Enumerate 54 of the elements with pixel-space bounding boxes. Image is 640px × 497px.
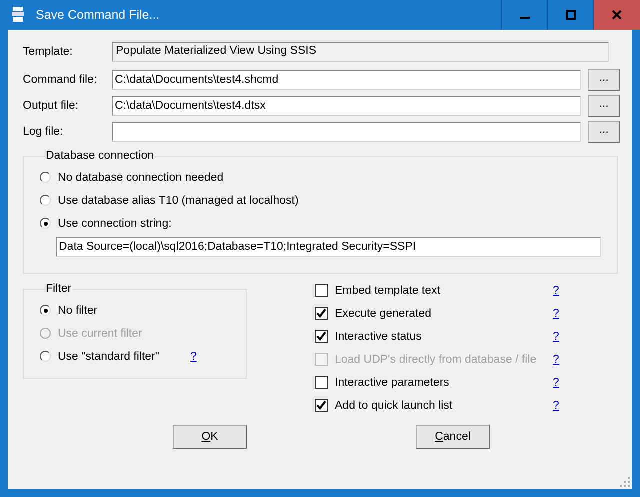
help-link[interactable]: ? bbox=[553, 284, 560, 296]
group-title: Filter bbox=[45, 283, 73, 295]
group-title: Database connection bbox=[45, 150, 156, 162]
field-label: Log file: bbox=[23, 126, 64, 138]
input-field[interactable] bbox=[112, 122, 581, 142]
checkbox-label: Interactive status bbox=[335, 330, 423, 342]
browse-button[interactable]: ... bbox=[588, 69, 620, 91]
radio-label: No database connection needed bbox=[58, 172, 224, 184]
field-label: Template: bbox=[23, 46, 74, 58]
radio-button[interactable] bbox=[40, 195, 51, 206]
radio-label: Use "standard filter" bbox=[58, 350, 160, 362]
radio-label: Use database alias T10 (managed at localhost) bbox=[58, 194, 299, 206]
radio-label: No filter bbox=[58, 304, 98, 316]
maximize-icon bbox=[566, 10, 576, 20]
checkbox-label: Add to quick launch list bbox=[335, 400, 454, 412]
checkbox[interactable] bbox=[315, 399, 328, 412]
radio-button[interactable] bbox=[40, 305, 51, 316]
app-icon bbox=[10, 6, 26, 24]
checkbox-label: Load UDP's directly from database / file bbox=[335, 354, 538, 366]
window-title: Save Command File... bbox=[36, 8, 160, 22]
close-icon bbox=[612, 10, 622, 20]
radio-button[interactable] bbox=[40, 351, 51, 362]
radio-button[interactable] bbox=[40, 218, 51, 229]
checkmark-icon bbox=[316, 331, 327, 342]
checkmark-icon bbox=[316, 308, 327, 319]
help-link[interactable]: ? bbox=[553, 400, 560, 412]
browse-button[interactable]: ... bbox=[588, 121, 620, 143]
browse-button[interactable]: ... bbox=[588, 95, 620, 117]
checkbox[interactable] bbox=[315, 330, 328, 343]
help-link[interactable]: ? bbox=[553, 376, 560, 388]
dialog-button[interactable]: Cancel bbox=[416, 425, 490, 449]
resize-grip-icon bbox=[620, 477, 630, 487]
checkbox[interactable] bbox=[315, 376, 328, 389]
checkbox[interactable] bbox=[315, 284, 328, 297]
checkbox-label: Execute generated bbox=[335, 308, 433, 320]
radio-label: Use current filter bbox=[58, 328, 142, 340]
checkmark-icon bbox=[316, 400, 327, 411]
input-field[interactable]: C:\data\Documents\test4.shcmd bbox=[112, 70, 581, 90]
help-link[interactable]: ? bbox=[553, 330, 560, 342]
radio-button[interactable] bbox=[40, 172, 51, 183]
help-link[interactable]: ? bbox=[553, 308, 560, 320]
minimize-icon bbox=[520, 17, 530, 19]
input-field[interactable]: C:\data\Documents\test4.dtsx bbox=[112, 96, 581, 116]
template-field: Populate Materialized View Using SSIS bbox=[112, 42, 609, 62]
field-label: Command file: bbox=[23, 74, 98, 86]
field-label: Output file: bbox=[23, 100, 80, 112]
input-field[interactable]: Data Source=(local)\sql2016;Database=T10;Integrated Security=SSPI bbox=[56, 237, 601, 257]
checkbox-label: Interactive parameters bbox=[335, 376, 450, 388]
radio-label: Use connection string: bbox=[58, 218, 172, 230]
checkbox[interactable] bbox=[315, 307, 328, 320]
close-button[interactable] bbox=[593, 0, 640, 30]
help-link[interactable]: ? bbox=[190, 350, 197, 362]
checkbox-label: Embed template text bbox=[335, 284, 442, 296]
dialog-button[interactable]: OK bbox=[173, 425, 247, 449]
